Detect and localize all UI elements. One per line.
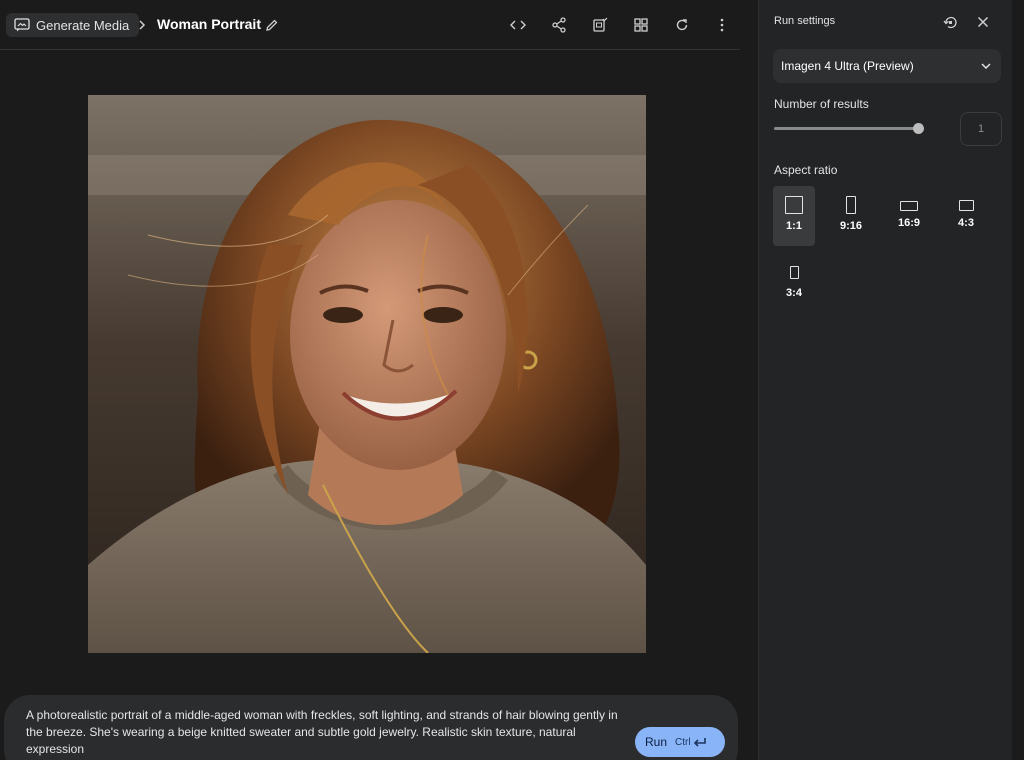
compare-icon[interactable] xyxy=(588,13,612,37)
results-number-field[interactable]: 1 xyxy=(960,112,1002,146)
refresh-icon[interactable] xyxy=(670,13,694,37)
run-button[interactable]: Run Ctrl xyxy=(635,727,725,757)
run-settings-panel: Run settings Imagen 4 Ultra (Preview) Nu… xyxy=(758,0,1012,760)
top-bar: Generate Media Woman Portrait xyxy=(0,0,740,50)
results-label: Number of results xyxy=(774,97,869,111)
code-icon[interactable] xyxy=(506,13,530,37)
pencil-icon[interactable] xyxy=(262,15,282,35)
breadcrumb-label: Generate Media xyxy=(36,17,130,33)
portrait-rect-icon xyxy=(846,196,856,214)
run-label: Run xyxy=(645,735,668,749)
main-area: Generate Media Woman Portrait A photorea… xyxy=(0,0,758,760)
ratio-label: 3:4 xyxy=(786,287,802,299)
ratio-label: 9:16 xyxy=(839,220,863,232)
model-value: Imagen 4 Ultra (Preview) xyxy=(781,59,914,73)
ratio-label: 16:9 xyxy=(897,217,921,229)
ratio-3-4[interactable]: 3:4 xyxy=(773,258,815,318)
ratio-9-16[interactable]: 9:16 xyxy=(830,186,872,246)
landscape-rect-icon xyxy=(900,201,918,211)
enter-key-icon xyxy=(693,738,706,747)
ratio-16-9[interactable]: 16:9 xyxy=(888,186,930,246)
share-icon[interactable] xyxy=(547,13,571,37)
more-vert-icon[interactable] xyxy=(710,13,734,37)
square-icon xyxy=(785,196,803,214)
panel-title: Run settings xyxy=(774,15,836,27)
breadcrumb-generate-media[interactable]: Generate Media xyxy=(6,13,140,37)
reset-settings-icon[interactable] xyxy=(939,11,961,33)
page-title: Woman Portrait xyxy=(157,16,261,32)
panel-gutter xyxy=(1012,0,1024,760)
ratio-label: 4:3 xyxy=(958,217,974,229)
ratio-4-3[interactable]: 4:3 xyxy=(945,186,987,246)
generated-image[interactable] xyxy=(88,95,646,653)
ratio-1-1[interactable]: 1:1 xyxy=(773,186,815,246)
shortcut-label: Ctrl xyxy=(675,736,691,748)
model-select[interactable]: Imagen 4 Ultra (Preview) xyxy=(773,49,1001,83)
results-slider-thumb[interactable] xyxy=(913,123,924,134)
prompt-text[interactable]: A photorealistic portrait of a middle-ag… xyxy=(26,707,626,758)
results-slider-track[interactable] xyxy=(774,127,919,130)
grid-icon[interactable] xyxy=(629,13,653,37)
landscape-rect-icon xyxy=(958,200,974,211)
image-chat-icon xyxy=(14,18,30,32)
prompt-input[interactable]: A photorealistic portrait of a middle-ag… xyxy=(4,695,738,760)
chevron-down-icon xyxy=(981,63,991,69)
chevron-right-icon xyxy=(134,15,150,35)
portrait-rect-icon xyxy=(789,266,799,279)
close-icon[interactable] xyxy=(972,11,994,33)
ratio-label: 1:1 xyxy=(786,220,802,232)
aspect-ratio-label: Aspect ratio xyxy=(774,163,838,177)
